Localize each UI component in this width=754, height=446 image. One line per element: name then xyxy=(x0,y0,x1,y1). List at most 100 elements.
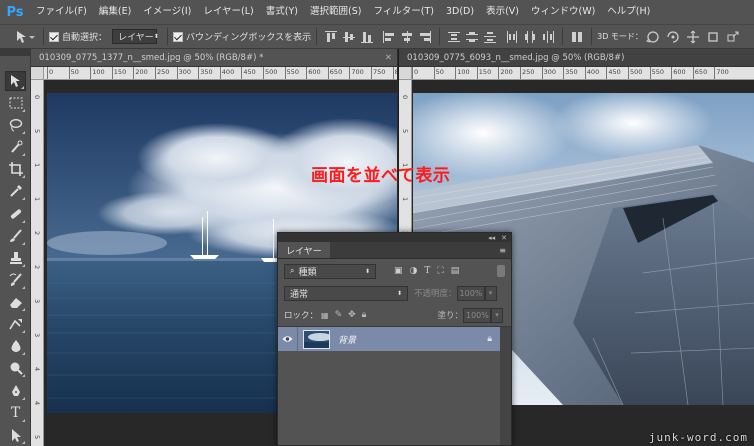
lasso-tool-icon[interactable] xyxy=(5,115,26,135)
eraser-tool-icon[interactable] xyxy=(5,292,26,312)
3d-rotate-icon[interactable] xyxy=(645,29,661,45)
panel-menu-icon[interactable]: ≡ xyxy=(499,242,511,258)
document-tab-2[interactable]: 010309_0775_6093_n__smed.jpg @ 50% (RGB/… xyxy=(399,49,754,67)
menu-3d[interactable]: 3D(D) xyxy=(440,0,480,24)
dodge-tool-icon[interactable] xyxy=(5,358,26,378)
smart-object-filter-icon[interactable]: ▤ xyxy=(451,266,460,276)
distribute-top-icon[interactable] xyxy=(447,30,461,44)
3d-scale-icon[interactable] xyxy=(725,29,741,45)
menu-image[interactable]: イメージ(I) xyxy=(137,0,197,24)
path-select-tool-icon[interactable] xyxy=(5,425,26,445)
3d-roll-icon[interactable] xyxy=(665,29,681,45)
menu-view[interactable]: 表示(V) xyxy=(480,0,525,24)
ruler-tick xyxy=(176,67,178,79)
distribute-left-icon[interactable] xyxy=(505,30,519,44)
layer-name[interactable]: 背景 xyxy=(338,333,356,346)
layer-lock-icon[interactable]: 🔒︎ xyxy=(487,334,492,344)
ruler-tick-label: 200 xyxy=(135,68,148,76)
align-bottom-icon[interactable] xyxy=(360,30,374,44)
menu-type[interactable]: 書式(Y) xyxy=(260,0,304,24)
fill-input[interactable]: 100% xyxy=(463,307,491,323)
ruler-tick-label: 300 xyxy=(178,68,192,76)
layers-scrollbar[interactable] xyxy=(500,327,511,445)
align-top-icon[interactable] xyxy=(324,30,338,44)
ruler-tick xyxy=(241,67,243,79)
options-separator xyxy=(43,28,44,45)
move-tool-icon[interactable] xyxy=(5,71,26,91)
auto-select-checkbox[interactable] xyxy=(49,31,59,42)
opacity-slider-icon[interactable]: ▾ xyxy=(484,285,497,301)
align-left-icon[interactable] xyxy=(382,30,396,44)
type-filter-icon[interactable]: T xyxy=(424,266,430,276)
close-tab-icon[interactable]: ✕ xyxy=(385,49,397,66)
quick-select-tool-icon[interactable] xyxy=(5,137,26,157)
lock-all-icon[interactable]: 🔒︎ xyxy=(362,310,367,320)
kind-filter-dropdown[interactable]: ⌕ 種類 ⬍ xyxy=(284,263,376,279)
menu-select[interactable]: 選択範囲(S) xyxy=(304,0,367,24)
pixel-filter-icon[interactable]: ▣ xyxy=(394,266,403,276)
distribute-vcenter-icon[interactable] xyxy=(465,30,479,44)
ruler-tick-label: 4 xyxy=(33,401,41,406)
lock-pixels-icon[interactable]: ✎ xyxy=(335,310,343,320)
brush-tool-icon[interactable] xyxy=(5,226,26,246)
align-hcenter-icon[interactable] xyxy=(400,30,414,44)
document-tab-1[interactable]: 010309_0775_1377_n__smed.jpg @ 50% (RGB/… xyxy=(31,49,397,67)
ruler-tick xyxy=(584,67,586,79)
history-brush-tool-icon[interactable] xyxy=(5,270,26,290)
ruler-origin[interactable] xyxy=(399,67,412,80)
document-tab-1-title: 010309_0775_1377_n__smed.jpg @ 50% (RGB/… xyxy=(39,53,264,63)
distribute-bottom-icon[interactable] xyxy=(483,30,497,44)
auto-align-icon[interactable] xyxy=(570,30,584,44)
healing-tool-icon[interactable] xyxy=(5,204,26,224)
3d-pan-icon[interactable] xyxy=(685,29,701,45)
blur-tool-icon[interactable] xyxy=(5,336,26,356)
ruler-tick-label: 1 xyxy=(33,163,41,168)
ruler-tick-label: 700 xyxy=(716,68,729,76)
tools-panel-header[interactable] xyxy=(0,49,31,56)
align-right-icon[interactable] xyxy=(418,30,432,44)
eyedropper-tool-icon[interactable] xyxy=(5,181,26,201)
gradient-tool-icon[interactable] xyxy=(5,314,26,334)
stamp-tool-icon[interactable] xyxy=(5,248,26,268)
lock-row: ロック： ▦ ✎ ✥ 🔒︎ 塗り： 100% ▾ xyxy=(278,306,511,324)
opacity-input[interactable]: 100% xyxy=(456,285,485,301)
ruler-tick-label: 300 xyxy=(543,68,557,76)
auto-select-dropdown[interactable]: レイヤー ⬍ xyxy=(112,29,159,44)
fill-slider-icon[interactable]: ▾ xyxy=(491,307,503,323)
3d-slide-icon[interactable] xyxy=(705,29,721,45)
move-tool-preset-icon[interactable] xyxy=(14,29,36,45)
collapse-panel-icon[interactable]: ◂◂ xyxy=(488,234,495,242)
close-panel-icon[interactable]: ✕ xyxy=(501,234,507,242)
panel-header[interactable]: ◂◂ ✕ xyxy=(278,233,511,242)
ruler-tick-label: 100 xyxy=(457,68,470,76)
bounding-box-checkbox[interactable] xyxy=(173,31,184,42)
tab-layers[interactable]: レイヤー xyxy=(278,242,330,258)
blend-mode-dropdown[interactable]: 通常 ⬍ xyxy=(284,285,408,301)
marquee-tool-icon[interactable] xyxy=(5,93,26,113)
lock-position-icon[interactable]: ✥ xyxy=(348,310,356,320)
menu-edit[interactable]: 編集(E) xyxy=(93,0,137,24)
ruler-tick xyxy=(111,67,113,79)
type-tool-icon[interactable]: T xyxy=(5,403,26,423)
lock-transparent-icon[interactable]: ▦ xyxy=(321,311,329,320)
menu-help[interactable]: ヘルプ(H) xyxy=(601,0,656,24)
menu-filter[interactable]: フィルター(T) xyxy=(367,0,440,24)
crop-tool-icon[interactable] xyxy=(5,159,26,179)
ruler-tick-label: 3 xyxy=(33,333,41,338)
ruler-tick-label: 750 xyxy=(373,68,386,76)
filter-toggle-switch[interactable] xyxy=(497,265,505,277)
shape-filter-icon[interactable]: ⛶ xyxy=(437,266,443,276)
layer-row-background[interactable]: 背景 🔒︎ xyxy=(278,327,500,351)
menu-window[interactable]: ウィンドウ(W) xyxy=(525,0,601,24)
pen-tool-icon[interactable] xyxy=(5,381,26,401)
align-vcenter-icon[interactable] xyxy=(342,30,356,44)
distribute-right-icon[interactable] xyxy=(541,30,555,44)
distribute-hcenter-icon[interactable] xyxy=(523,30,537,44)
ruler-origin[interactable] xyxy=(31,67,44,80)
ruler-tick-label: 400 xyxy=(221,68,235,76)
ruler-tick-label: 450 xyxy=(608,68,621,76)
adjustment-filter-icon[interactable]: ◑ xyxy=(410,266,418,276)
menu-layer[interactable]: レイヤー(L) xyxy=(197,0,259,24)
menu-file[interactable]: ファイル(F) xyxy=(30,0,93,24)
eye-icon[interactable] xyxy=(278,327,298,351)
